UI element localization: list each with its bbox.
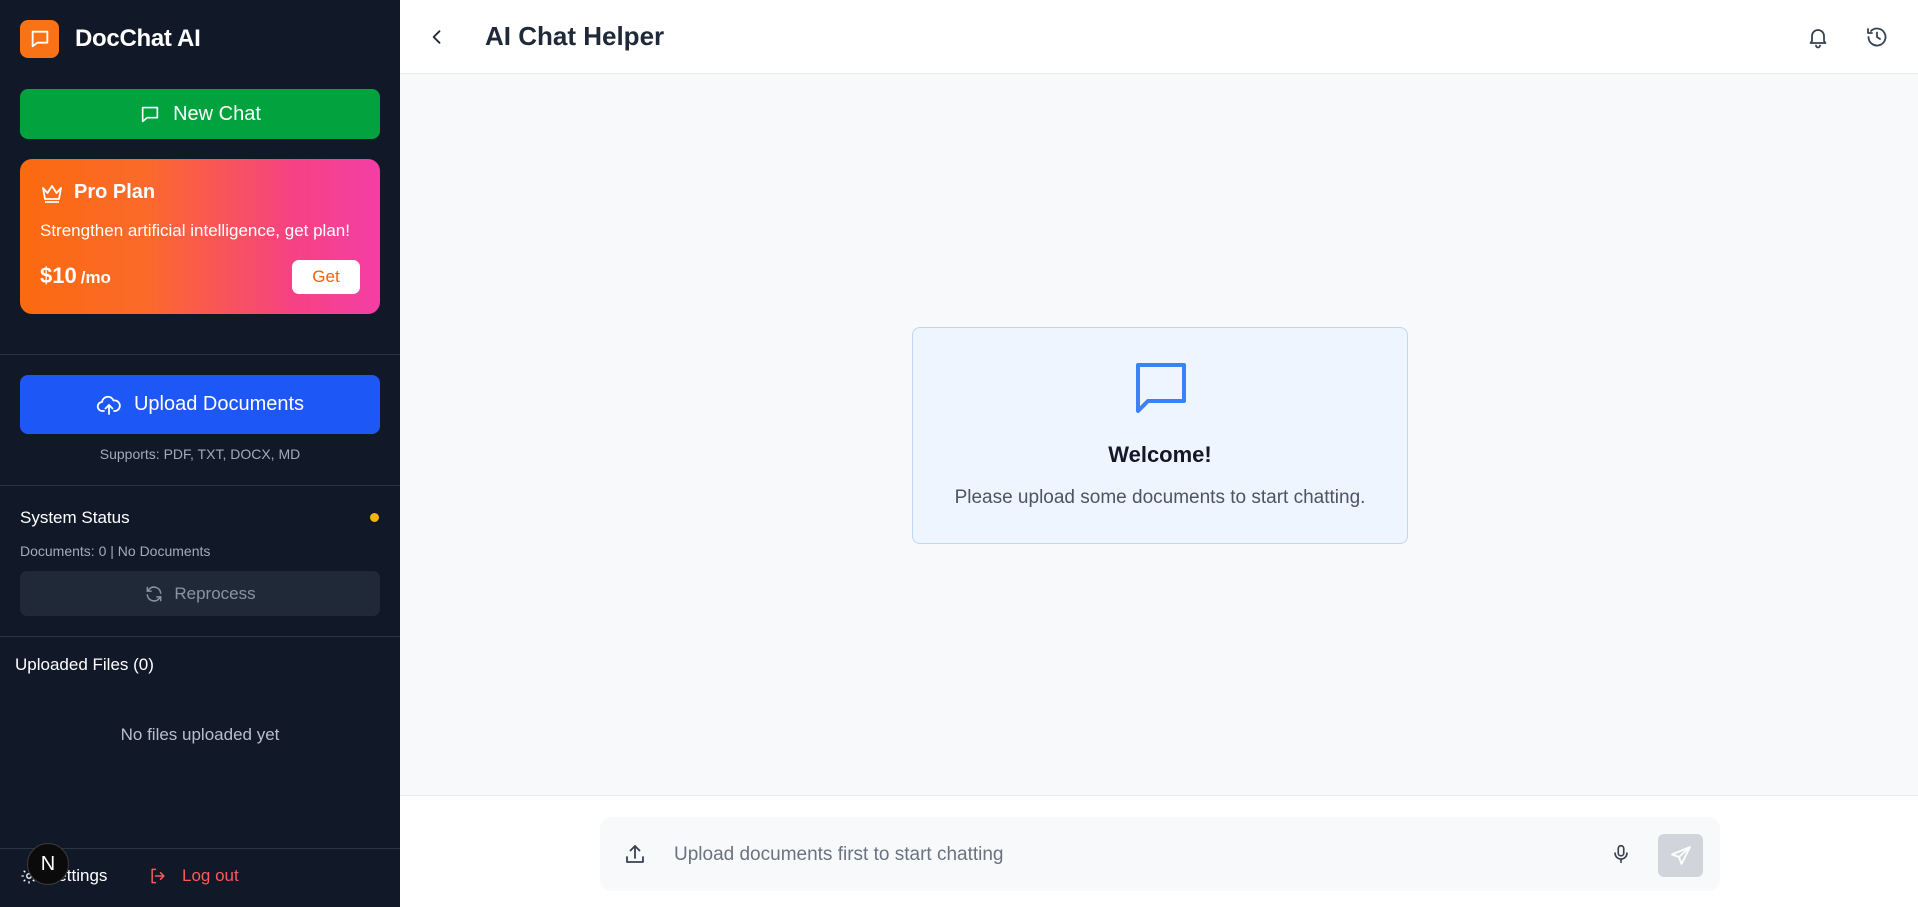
back-button[interactable] — [422, 22, 452, 52]
welcome-message: Please upload some documents to start ch… — [954, 487, 1366, 508]
system-status-title: System Status — [20, 508, 130, 527]
microphone-icon — [1614, 844, 1628, 864]
reprocess-label: Reprocess — [174, 583, 256, 603]
cloud-upload-icon — [96, 395, 121, 415]
supported-formats: Supports: PDF, TXT, DOCX, MD — [99, 446, 301, 462]
status-indicator — [370, 513, 379, 522]
welcome-title: Welcome! — [1108, 442, 1212, 467]
send-button[interactable] — [1658, 834, 1703, 877]
get-plan-button[interactable]: Get — [292, 260, 360, 294]
upload-documents-label: Upload Documents — [133, 393, 305, 415]
attach-file-button[interactable] — [620, 839, 650, 869]
voice-input-button[interactable] — [1606, 839, 1636, 869]
history-icon — [1867, 27, 1887, 47]
chat-icon — [141, 106, 159, 123]
documents-count: Documents: 0 | No Documents — [20, 543, 211, 559]
divider — [0, 485, 400, 486]
pro-plan-description: Strengthen artificial intelligence, get … — [40, 221, 350, 240]
upload-documents-button[interactable]: Upload Documents — [20, 375, 380, 434]
refresh-icon — [146, 585, 162, 602]
chat-bubble-icon — [20, 20, 59, 58]
chat-bubble-icon — [1136, 363, 1186, 413]
page-title: AI Chat Helper — [485, 21, 665, 51]
empty-files-message: No files uploaded yet — [120, 725, 280, 744]
pro-plan-title: Pro Plan — [40, 181, 155, 204]
back-chevron-icon — [432, 30, 441, 44]
composer — [600, 817, 1720, 891]
upload-icon — [626, 845, 644, 863]
sidebar: DocChat AI New Chat Pro Plan Strengthen … — [0, 0, 400, 907]
history-button[interactable] — [1861, 21, 1893, 53]
logout-link[interactable]: Log out — [148, 866, 239, 886]
crown-icon — [42, 184, 62, 203]
welcome-card: Welcome! Please upload some documents to… — [912, 327, 1408, 544]
send-icon — [1670, 845, 1691, 865]
price-period: /mo — [80, 268, 111, 287]
new-chat-button[interactable]: New Chat — [20, 89, 380, 139]
brand: DocChat AI — [20, 20, 201, 58]
logout-icon — [151, 868, 165, 884]
new-chat-label: New Chat — [173, 102, 261, 125]
divider — [0, 636, 400, 637]
header: AI Chat Helper — [400, 0, 1918, 74]
price-value: $10 — [40, 263, 77, 288]
brand-name: DocChat AI — [75, 25, 201, 52]
uploaded-files-title: Uploaded Files (0) — [15, 655, 154, 674]
pro-plan-label: Pro Plan — [74, 181, 156, 203]
notifications-button[interactable] — [1802, 21, 1834, 53]
composer-bar — [400, 795, 1918, 907]
bell-icon — [1809, 29, 1827, 49]
pro-plan-card: Pro Plan Strengthen artificial intellige… — [20, 159, 380, 314]
pro-plan-price: $10/mo — [40, 263, 111, 289]
dev-indicator-badge[interactable]: N — [27, 843, 69, 885]
logout-label: Log out — [182, 866, 239, 885]
chat-input[interactable] — [674, 837, 1574, 873]
reprocess-button[interactable]: Reprocess — [20, 571, 380, 616]
divider — [0, 354, 400, 355]
